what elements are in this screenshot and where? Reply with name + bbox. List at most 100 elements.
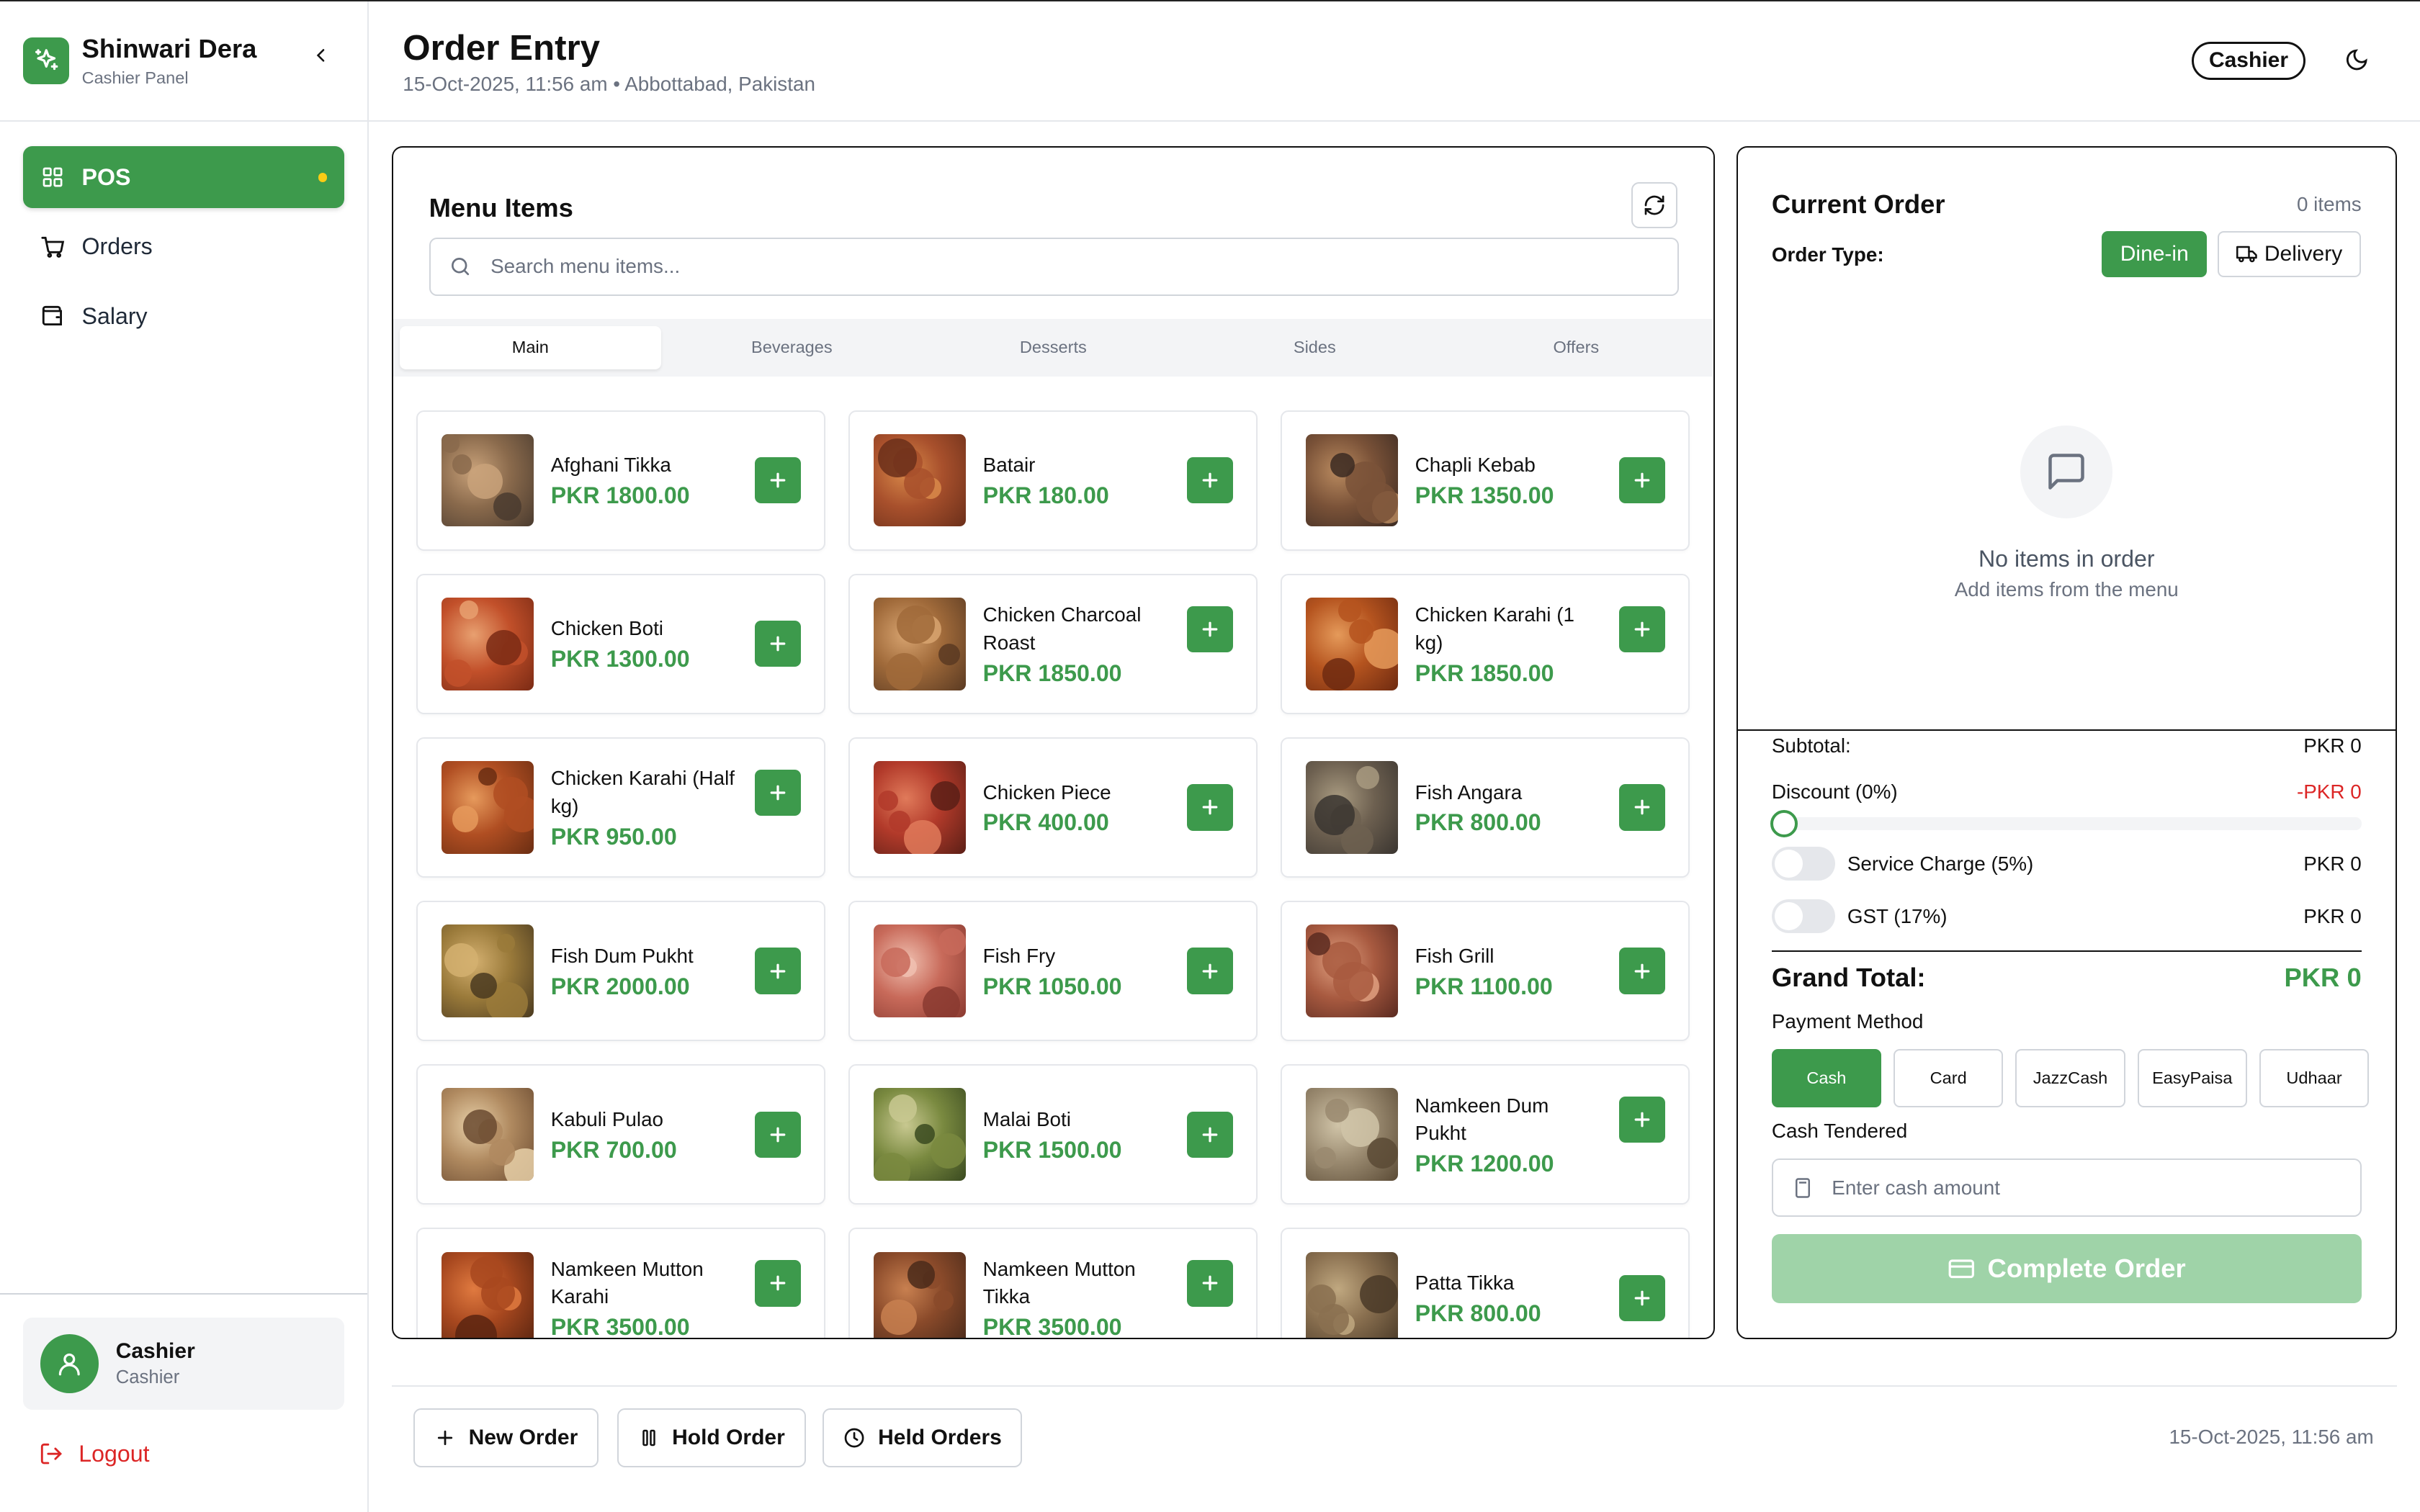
brand-subtitle: Cashier Panel: [81, 68, 189, 88]
theme-toggle-button[interactable]: [2344, 48, 2369, 72]
menu-item-name: Namkeen Mutton Tikka: [982, 1257, 1136, 1308]
payment-jazzcash-button[interactable]: JazzCash: [2015, 1048, 2125, 1108]
sidebar-item-pos[interactable]: POS: [23, 146, 344, 209]
discount-label: Discount (0%): [1771, 780, 1898, 803]
menu-item-card[interactable]: Chicken Karahi (Half kg) PKR 950.00: [416, 737, 826, 878]
menu-item-price: PKR 1800.00: [550, 482, 690, 509]
user-card[interactable]: Cashier Cashier: [23, 1317, 344, 1410]
add-item-button[interactable]: [1618, 1274, 1666, 1322]
cash-tendered-input[interactable]: [1832, 1176, 2295, 1200]
tab-main[interactable]: Main: [399, 325, 661, 369]
add-item-button[interactable]: [1186, 784, 1234, 831]
collapse-sidebar-button[interactable]: [309, 43, 333, 68]
delivery-button[interactable]: Delivery: [2218, 231, 2362, 278]
cash-tendered-label: Cash Tendered: [1771, 1120, 1908, 1143]
add-item-button[interactable]: [1618, 457, 1666, 504]
add-item-button[interactable]: [754, 1111, 802, 1158]
menu-item-card[interactable]: Kabuli Pulao PKR 700.00: [416, 1064, 826, 1205]
order-item-count: 0 items: [2296, 192, 2362, 215]
tab-beverages[interactable]: Beverages: [661, 326, 923, 369]
add-item-button[interactable]: [754, 948, 802, 994]
add-item-button[interactable]: [1186, 1260, 1234, 1307]
hold-order-button[interactable]: Hold Order: [617, 1408, 806, 1467]
menu-item-card[interactable]: Batair PKR 180.00: [848, 410, 1258, 551]
add-item-button[interactable]: [1186, 606, 1234, 652]
add-item-button[interactable]: [754, 457, 802, 504]
add-item-button[interactable]: [1618, 948, 1666, 994]
add-item-button[interactable]: [1186, 457, 1234, 504]
add-item-button[interactable]: [1618, 784, 1666, 831]
order-panel: Current Order 0 items Order Type: Dine-i…: [1736, 146, 2397, 1339]
held-orders-button[interactable]: Held Orders: [823, 1408, 1022, 1467]
payment-card-button[interactable]: Card: [1894, 1048, 2004, 1108]
menu-item-price: PKR 3500.00: [982, 1314, 1122, 1339]
menu-item-price: PKR 700.00: [550, 1136, 677, 1163]
search-icon: [452, 258, 470, 276]
sparkle-logo-icon: [23, 37, 70, 84]
menu-item-price: PKR 1350.00: [1415, 482, 1554, 509]
service-charge-value: PKR 0: [2303, 852, 2362, 875]
truck-icon: [2236, 243, 2258, 265]
menu-item-card[interactable]: Namkeen Mutton Tikka PKR 3500.00: [848, 1228, 1258, 1338]
add-item-button[interactable]: [1618, 1097, 1666, 1143]
menu-item-card[interactable]: Chicken Charcoal Roast PKR 1850.00: [848, 573, 1258, 714]
plus-icon: [770, 785, 786, 801]
clock-icon: [843, 1426, 866, 1449]
gst-row: GST (17%) PKR 0: [1771, 899, 2362, 934]
logout-icon: [39, 1441, 63, 1466]
add-item-button[interactable]: [1186, 948, 1234, 994]
menu-item-card[interactable]: Malai Boti PKR 1500.00: [848, 1064, 1258, 1205]
menu-item-card[interactable]: Patta Tikka PKR 800.00: [1281, 1228, 1690, 1338]
delivery-label: Delivery: [2264, 242, 2343, 266]
discount-slider-handle[interactable]: [1770, 809, 1798, 838]
menu-item-card[interactable]: Fish Fry PKR 1050.00: [848, 901, 1258, 1042]
menu-item-info: Namkeen Dum Pukht PKR 1200.00: [1415, 1092, 1600, 1177]
menu-item-card[interactable]: Chicken Karahi (1 kg) PKR 1850.00: [1281, 573, 1690, 714]
menu-item-name: Fish Angara: [1415, 780, 1523, 804]
logout-button[interactable]: Logout: [23, 1441, 344, 1467]
plus-icon: [770, 1276, 786, 1291]
menu-item-card[interactable]: Chicken Piece PKR 400.00: [848, 737, 1258, 878]
menu-item-card[interactable]: Chapli Kebab PKR 1350.00: [1281, 410, 1690, 551]
menu-item-card[interactable]: Fish Grill PKR 1100.00: [1281, 901, 1690, 1042]
tab-sides[interactable]: Sides: [1184, 326, 1446, 369]
refresh-button[interactable]: [1631, 181, 1678, 228]
tab-desserts[interactable]: Desserts: [923, 326, 1184, 369]
menu-item-image: [1305, 924, 1399, 1017]
sidebar-item-salary[interactable]: Salary: [23, 285, 344, 347]
service-charge-toggle[interactable]: [1771, 847, 1835, 881]
payment-cash-button[interactable]: Cash: [1771, 1048, 1881, 1108]
search-input[interactable]: [490, 255, 1572, 279]
plus-icon: [1202, 1127, 1218, 1143]
menu-panel: Menu Items Main Beverages Desserts Sides…: [392, 146, 1715, 1339]
service-charge-label: Service Charge (5%): [1847, 852, 2034, 875]
complete-order-button[interactable]: Complete Order: [1771, 1233, 2362, 1304]
menu-item-name: Chicken Boti: [550, 617, 663, 640]
menu-item-card[interactable]: Namkeen Dum Pukht PKR 1200.00: [1281, 1064, 1690, 1205]
add-item-button[interactable]: [754, 769, 802, 816]
plus-icon: [1202, 963, 1218, 978]
sidebar-item-orders[interactable]: Orders: [23, 216, 344, 278]
logout-label: Logout: [79, 1441, 150, 1467]
menu-item-info: Fish Angara PKR 800.00: [1415, 779, 1600, 837]
payment-easypaisa-button[interactable]: EasyPaisa: [2137, 1048, 2247, 1108]
plus-icon: [434, 1427, 456, 1449]
gst-toggle[interactable]: [1771, 899, 1835, 934]
menu-item-card[interactable]: Fish Angara PKR 800.00: [1281, 737, 1690, 878]
dine-in-button[interactable]: Dine-in: [2102, 231, 2208, 278]
order-title: Current Order: [1771, 189, 1945, 220]
new-order-button[interactable]: New Order: [413, 1408, 599, 1467]
grand-total-divider: [1771, 950, 2362, 952]
menu-item-card[interactable]: Fish Dum Pukht PKR 2000.00: [416, 901, 826, 1042]
add-item-button[interactable]: [1618, 606, 1666, 652]
tab-offers[interactable]: Offers: [1446, 326, 1707, 369]
add-item-button[interactable]: [754, 1260, 802, 1307]
discount-slider[interactable]: [1770, 809, 2362, 838]
payment-udhaar-button[interactable]: Udhaar: [2259, 1048, 2370, 1108]
add-item-button[interactable]: [754, 621, 802, 667]
menu-item-name: Kabuli Pulao: [550, 1107, 664, 1130]
menu-item-card[interactable]: Chicken Boti PKR 1300.00: [416, 573, 826, 714]
menu-item-card[interactable]: Namkeen Mutton Karahi PKR 3500.00: [416, 1228, 826, 1338]
add-item-button[interactable]: [1186, 1111, 1234, 1158]
menu-item-card[interactable]: Afghani Tikka PKR 1800.00: [416, 410, 826, 551]
